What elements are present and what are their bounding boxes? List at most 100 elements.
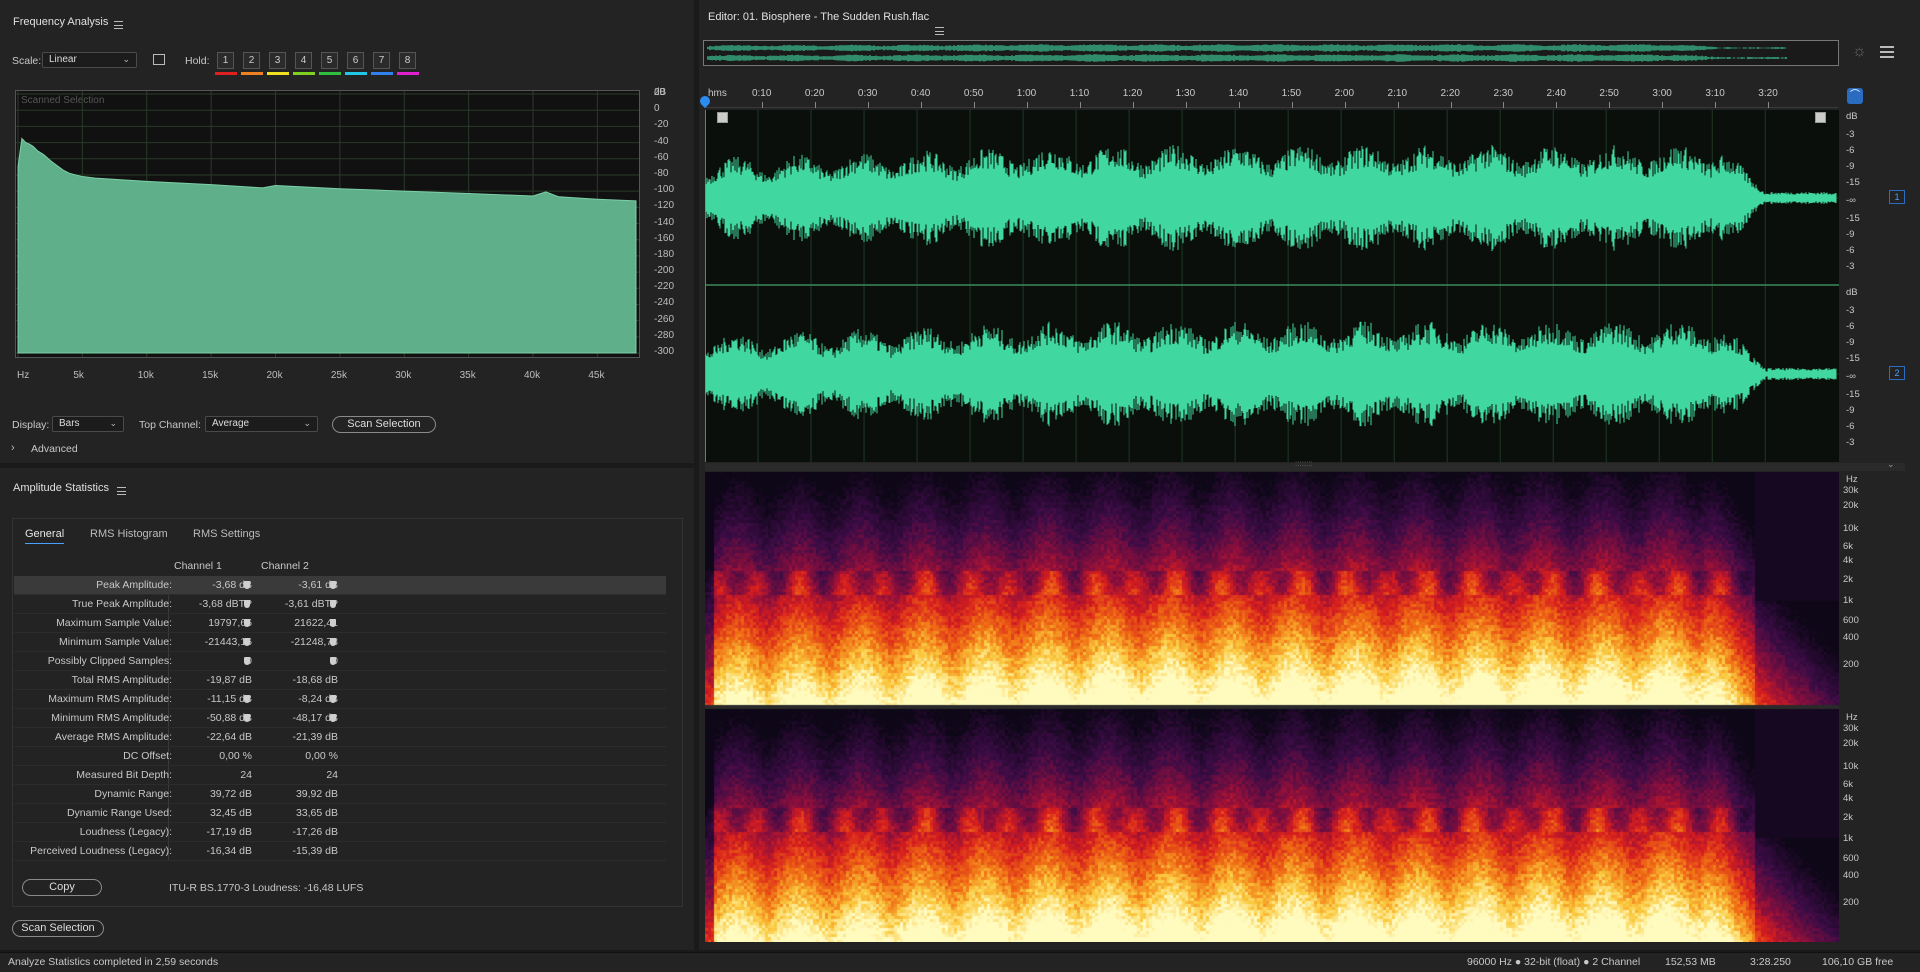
- hold-button-1[interactable]: 1: [217, 52, 234, 69]
- hz-tick-label: 25k: [330, 370, 347, 381]
- scan-selection-button[interactable]: Scan Selection: [12, 920, 104, 937]
- top-channel-select[interactable]: Average ⌄: [205, 416, 318, 432]
- zoom-icon[interactable]: ☼: [1852, 43, 1867, 61]
- channel-2-value: -48,17 dB: [292, 712, 338, 724]
- spectrogram-view[interactable]: [705, 472, 1839, 942]
- locate-marker-icon[interactable]: [330, 714, 336, 722]
- hold-color-1: [215, 72, 237, 75]
- locate-marker-icon[interactable]: [244, 638, 250, 646]
- ruler-tick-label: 2:10: [1387, 88, 1408, 99]
- time-ruler[interactable]: hms 0:10 0:20 0:30 0:40 0:50 1:00 1:10 1:20 1:30…: [705, 86, 1838, 108]
- ruler-tick-label: 1:30: [1175, 88, 1196, 99]
- stats-row-label: Maximum RMS Amplitude:: [48, 693, 172, 705]
- menu-icon[interactable]: [935, 27, 944, 36]
- ruler-tick-label: 1:10: [1069, 88, 1090, 99]
- copy-button[interactable]: Copy: [22, 879, 102, 896]
- hold-button-2[interactable]: 2: [243, 52, 260, 69]
- menu-icon[interactable]: [117, 487, 126, 496]
- hold-button-8[interactable]: 8: [399, 52, 416, 69]
- hold-button-3[interactable]: 3: [269, 52, 286, 69]
- display-value: Bars: [59, 418, 80, 429]
- db-scale-label: -9: [1846, 405, 1855, 416]
- hz-scale-label: 600: [1843, 853, 1859, 864]
- channel-2-value: -18,68 dB: [292, 674, 338, 686]
- hz-scale-label: 200: [1843, 659, 1859, 670]
- hold-color-3: [267, 72, 289, 75]
- fade-in-handle[interactable]: [717, 112, 728, 123]
- hz-tick-label: 5k: [73, 370, 84, 381]
- ruler-tick-mark: [1026, 102, 1028, 108]
- locate-marker-icon[interactable]: [244, 657, 250, 665]
- stats-row-label: Measured Bit Depth:: [76, 769, 172, 781]
- status-duration: 3:28.250: [1750, 956, 1791, 968]
- channel-2-value: -3,61 dBTP: [284, 598, 338, 610]
- ruler-tick-mark: [1238, 102, 1240, 108]
- channel-1-value: 19797,66: [208, 617, 252, 629]
- copy-to-clipboard-icon[interactable]: [153, 54, 165, 65]
- db-tick-label: -100: [654, 184, 675, 196]
- stats-row: DC Offset: 0,00 % 0,00 %: [14, 747, 666, 766]
- channel-1-badge[interactable]: 1: [1889, 190, 1905, 204]
- fade-out-handle[interactable]: [1815, 112, 1826, 123]
- locate-marker-icon[interactable]: [244, 600, 250, 608]
- channel-1-value: -16,34 dB: [206, 845, 252, 857]
- stats-row-label: Perceived Loudness (Legacy):: [30, 845, 172, 857]
- hold-button-5[interactable]: 5: [321, 52, 338, 69]
- chevron-right-icon[interactable]: ›: [11, 442, 15, 454]
- locate-marker-icon[interactable]: [244, 619, 250, 627]
- db-scale-label: -∞: [1846, 371, 1856, 382]
- locate-marker-icon[interactable]: [330, 638, 336, 646]
- hold-button-7[interactable]: 7: [373, 52, 390, 69]
- overview-bar[interactable]: [703, 40, 1839, 66]
- stats-row: Average RMS Amplitude: -22,64 dB -21,39 dB: [14, 728, 666, 747]
- locate-marker-icon[interactable]: [244, 581, 250, 589]
- overview-channel-wave: [707, 54, 1787, 62]
- spectrum-area: [17, 137, 637, 354]
- scale-label: Scale:: [12, 55, 42, 67]
- stats-row: Total RMS Amplitude: -19,87 dB -18,68 dB: [14, 671, 666, 690]
- locate-marker-icon[interactable]: [330, 600, 336, 608]
- hold-button-6[interactable]: 6: [347, 52, 364, 69]
- hz-scale-label: 20k: [1843, 500, 1859, 511]
- tab-rms-settings[interactable]: RMS Settings: [193, 528, 260, 540]
- channel-1-value: -11,15 dB: [207, 693, 252, 705]
- menu-icon[interactable]: [114, 21, 123, 30]
- locate-marker-icon[interactable]: [330, 619, 336, 627]
- locate-marker-icon[interactable]: [330, 695, 336, 703]
- headphones-icon[interactable]: ⌒: [1847, 88, 1863, 104]
- channel-2-badge[interactable]: 2: [1889, 366, 1905, 380]
- waveform-view[interactable]: [705, 110, 1839, 462]
- display-select[interactable]: Bars ⌄: [52, 416, 124, 432]
- hz-scale-label: 30k: [1843, 485, 1859, 496]
- channel-1-value: 39,72 dB: [209, 788, 252, 800]
- ruler-tick-label: 2:00: [1334, 88, 1355, 99]
- ruler-unit: hms: [708, 88, 727, 99]
- locate-marker-icon[interactable]: [330, 657, 336, 665]
- status-message: Analyze Statistics completed in 2,59 sec…: [8, 956, 219, 968]
- locate-marker-icon[interactable]: [244, 714, 250, 722]
- stats-row: Measured Bit Depth: 24 24: [14, 766, 666, 785]
- db-scale-label: -6: [1846, 245, 1855, 256]
- tab-general[interactable]: General: [25, 528, 65, 544]
- db-scale-label: -15: [1846, 177, 1860, 188]
- scale-select[interactable]: Linear ⌄: [42, 52, 137, 68]
- channel-2-value: 39,92 dB: [295, 788, 338, 800]
- channel-2-value: -15,39 dB: [292, 845, 338, 857]
- ruler-tick-label: 2:30: [1493, 88, 1513, 99]
- hold-button-4[interactable]: 4: [295, 52, 312, 69]
- ruler-tick-label: 2:20: [1440, 88, 1460, 99]
- hz-scale-label: 20k: [1843, 738, 1859, 749]
- advanced-toggle[interactable]: Advanced: [31, 443, 78, 455]
- panel-title-frequency-analysis: Frequency Analysis: [13, 16, 109, 28]
- locate-marker-icon[interactable]: [330, 581, 336, 589]
- scan-selection-button[interactable]: Scan Selection: [332, 416, 436, 433]
- stats-row: Dynamic Range Used: 32,45 dB 33,65 dB: [14, 804, 666, 823]
- locate-marker-icon[interactable]: [244, 695, 250, 703]
- tab-rms-histogram[interactable]: RMS Histogram: [90, 528, 168, 540]
- chevron-down-icon[interactable]: ⌄: [1887, 459, 1895, 470]
- stats-row: True Peak Amplitude: -3,68 dBTP -3,61 dBTP: [14, 595, 666, 614]
- channel-1-value: -22,64 dB: [206, 731, 252, 743]
- view-splitter[interactable]: :::::::: ⌄: [705, 459, 1905, 471]
- stats-row-label: Loudness (Legacy):: [79, 826, 172, 838]
- hold-label: Hold:: [185, 55, 210, 67]
